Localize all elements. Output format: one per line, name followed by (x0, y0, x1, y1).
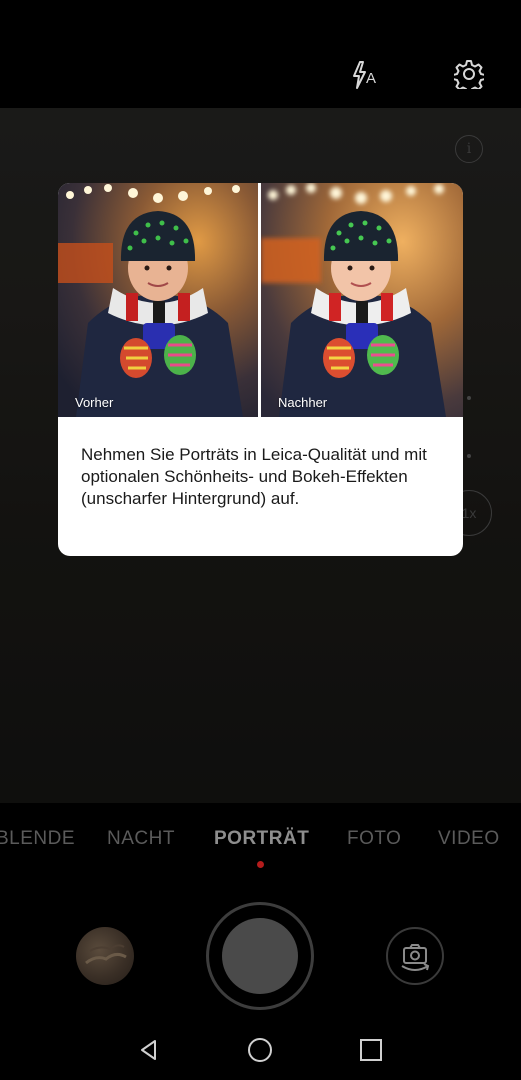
dialog-description: Nehmen Sie Porträts in Leica-Qualität un… (81, 445, 427, 508)
after-photo: Nachher (261, 183, 463, 417)
navigation-bar (0, 1020, 521, 1080)
before-photo: Vorher (58, 183, 258, 417)
flash-auto-icon[interactable]: A (346, 58, 382, 92)
mode-portrait[interactable]: PORTRÄT (214, 828, 309, 850)
info-icon[interactable]: i (455, 135, 483, 163)
before-label: Vorher (75, 395, 114, 410)
mode-foto[interactable]: FOTO (347, 828, 401, 850)
switch-camera-icon (401, 944, 430, 971)
after-label: Nachher (278, 395, 328, 410)
portrait-info-dialog[interactable]: Vorher Nachher Nehmen Sie Porträts in Le… (58, 183, 463, 556)
recents-icon[interactable] (357, 1036, 385, 1064)
home-icon[interactable] (246, 1036, 274, 1064)
gear-icon[interactable] (452, 57, 486, 91)
top-bar: A (0, 0, 521, 108)
viewfinder-marker (467, 396, 471, 400)
mode-nacht[interactable]: NACHT (107, 828, 175, 850)
zoom-label: 1x (461, 505, 477, 521)
mode-video[interactable]: VIDEO (438, 828, 500, 850)
gallery-thumbnail[interactable] (76, 927, 134, 985)
viewfinder-marker (467, 454, 471, 458)
mode-blende[interactable]: BLENDE (0, 828, 75, 850)
back-icon[interactable] (135, 1036, 163, 1064)
active-mode-indicator (257, 861, 264, 868)
shutter-core[interactable] (222, 918, 298, 994)
switch-camera-button[interactable] (386, 927, 444, 985)
flash-mode-label: A (366, 70, 377, 87)
